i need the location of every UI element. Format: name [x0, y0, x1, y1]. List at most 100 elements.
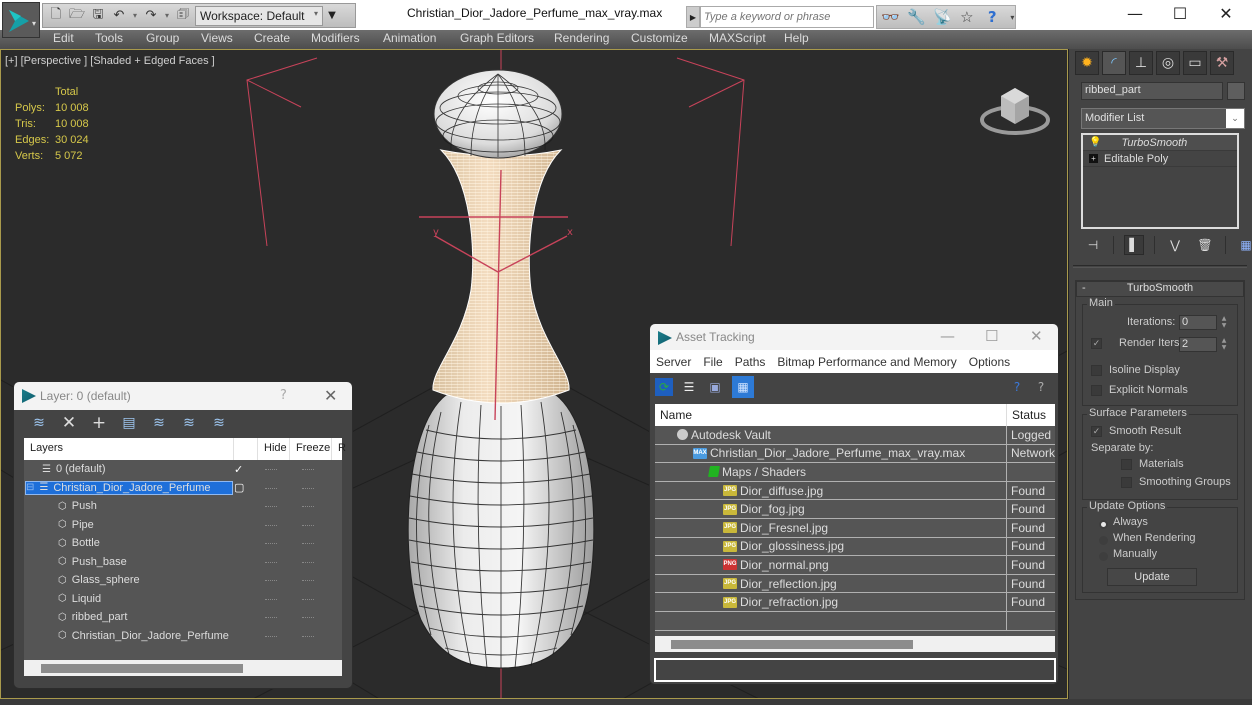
search-expand-icon[interactable]: ▶: [686, 6, 700, 28]
freeze-toggle[interactable]: [302, 580, 314, 582]
asset-row[interactable]: Maps / Shaders: [655, 463, 1055, 482]
menu-group[interactable]: Group: [146, 30, 201, 49]
chevron-down-icon[interactable]: ▾: [1010, 13, 1015, 22]
freeze-toggle[interactable]: [302, 617, 314, 619]
close-button[interactable]: ✕: [1211, 4, 1241, 23]
menu-server[interactable]: Server: [656, 355, 691, 369]
hide-toggle[interactable]: [265, 487, 277, 490]
maximize-button[interactable]: ☐: [985, 327, 998, 345]
remove-modifier-icon[interactable]: 🗑: [1195, 235, 1215, 255]
menu-views[interactable]: Views: [201, 30, 254, 49]
object-color-swatch[interactable]: [1227, 82, 1245, 100]
rollout-header[interactable]: - TurboSmooth: [1076, 281, 1244, 297]
object-name-field[interactable]: ribbed_part: [1081, 82, 1223, 100]
active-layer-checkmark-icon[interactable]: ✓: [234, 463, 243, 476]
freeze-toggle[interactable]: [302, 598, 314, 601]
app-menu-button[interactable]: ▾: [2, 2, 40, 38]
layer-row[interactable]: ⊟ ☰ Christian_Dior_Jadore_Perfume ▢: [24, 479, 342, 498]
row-name-cell[interactable]: ⬡ Push: [58, 500, 232, 512]
update-button[interactable]: Update: [1107, 568, 1197, 586]
collapse-icon[interactable]: -: [1082, 282, 1086, 294]
delete-icon[interactable]: ✕: [61, 413, 77, 433]
asset-row[interactable]: JPG Dior_reflection.jpg Found: [655, 574, 1055, 594]
column-hide[interactable]: Hide: [258, 438, 290, 460]
make-unique-icon[interactable]: ⋁: [1165, 235, 1185, 255]
maximize-button[interactable]: ☐: [1165, 4, 1195, 23]
menu-paths[interactable]: Paths: [735, 355, 766, 369]
show-end-result-icon[interactable]: ▌: [1124, 235, 1144, 255]
minimize-button[interactable]: —: [1120, 4, 1150, 23]
asset-name-cell[interactable]: JPG Dior_reflection.jpg: [655, 574, 1007, 593]
dialog-titlebar[interactable]: Layer: 0 (default) ? ✕: [14, 382, 352, 410]
horizontal-scrollbar[interactable]: [655, 636, 1055, 652]
new-layer-icon[interactable]: ≋: [31, 415, 47, 431]
undo-dropdown-icon[interactable]: ▾: [131, 7, 139, 25]
object-row[interactable]: ⬡ Bottle: [24, 534, 342, 553]
viewport-label[interactable]: [+] [Perspective ] [Shaded + Edged Faces…: [5, 55, 215, 67]
asset-name-cell[interactable]: Autodesk Vault: [655, 426, 1007, 444]
menu-bitmap-performance[interactable]: Bitmap Performance and Memory: [777, 355, 956, 369]
row-name-cell[interactable]: ⬡ Liquid: [58, 593, 232, 605]
freeze-all-icon[interactable]: ≋: [211, 415, 227, 431]
materials-checkbox[interactable]: [1121, 459, 1132, 470]
column-name[interactable]: Name: [655, 404, 1007, 426]
help-icon[interactable]: ?: [983, 8, 1002, 26]
new-file-icon[interactable]: 🗋: [47, 7, 65, 25]
help-button[interactable]: ?: [280, 388, 287, 403]
menu-customize[interactable]: Customize: [631, 30, 709, 49]
asset-row[interactable]: Autodesk Vault Logged: [655, 426, 1055, 445]
menu-rendering[interactable]: Rendering: [554, 30, 631, 49]
set-active-toggle[interactable]: ▢: [234, 481, 244, 494]
row-name-cell[interactable]: ☰ 0 (default): [42, 463, 232, 475]
freeze-toggle[interactable]: [302, 543, 314, 545]
hide-toggle[interactable]: [265, 506, 277, 508]
freeze-toggle[interactable]: [302, 506, 314, 508]
freeze-toggle[interactable]: [302, 469, 314, 471]
freeze-toggle[interactable]: [302, 524, 314, 527]
asset-name-cell[interactable]: JPG Dior_glossiness.jpg: [655, 537, 1007, 556]
asset-name-cell[interactable]: JPG Dior_refraction.jpg: [655, 593, 1007, 611]
thumbnail-view-icon[interactable]: ▣: [706, 378, 724, 396]
object-row[interactable]: ⬡ Liquid: [24, 590, 342, 609]
dialog-titlebar[interactable]: Asset Tracking — ☐ ✕: [650, 324, 1058, 350]
expand-icon[interactable]: +: [1089, 154, 1098, 163]
satellite-icon[interactable]: 📡: [933, 8, 952, 26]
refresh-icon[interactable]: ⟳: [655, 378, 673, 396]
asset-name-cell[interactable]: MAX Christian_Dior_Jadore_Perfume_max_vra…: [655, 444, 1007, 463]
redo-icon[interactable]: ↷: [142, 7, 160, 25]
row-name-cell[interactable]: ⬡ ribbed_part: [58, 611, 232, 623]
freeze-toggle[interactable]: [302, 487, 314, 490]
iterations-spinner[interactable]: 0: [1179, 315, 1217, 330]
close-button[interactable]: ✕: [324, 386, 337, 405]
render-iters-checkbox[interactable]: ✓: [1091, 338, 1102, 349]
asset-row[interactable]: JPG Dior_glossiness.jpg Found: [655, 537, 1055, 557]
render-iters-spinner[interactable]: 2: [1179, 337, 1217, 352]
layer-row[interactable]: ☰ 0 (default) ✓: [24, 460, 342, 479]
menu-animation[interactable]: Animation: [383, 30, 460, 49]
help-topics-icon[interactable]: ?: [1032, 378, 1050, 396]
row-name-cell[interactable]: ⊟ ☰ Christian_Dior_Jadore_Perfume: [25, 480, 233, 495]
menu-tools[interactable]: Tools: [95, 30, 146, 49]
spinner-arrows-icon[interactable]: ▲ ▼: [1219, 315, 1229, 330]
display-tab[interactable]: ▭: [1183, 51, 1207, 75]
column-freeze[interactable]: Freeze: [290, 438, 332, 460]
highlight-selected-icon[interactable]: ≋: [151, 415, 167, 431]
asset-row[interactable]: PNG Dior_normal.png Found: [655, 556, 1055, 575]
key-icon[interactable]: 🔧: [907, 8, 926, 26]
menu-help[interactable]: Help: [784, 30, 809, 49]
motion-tab[interactable]: ◎: [1156, 51, 1180, 75]
object-row[interactable]: ⬡ ribbed_part: [24, 608, 342, 627]
viewcube-icon[interactable]: [977, 78, 1053, 142]
scrollbar-thumb[interactable]: [41, 664, 243, 673]
modify-tab[interactable]: ◜: [1102, 51, 1126, 75]
object-row[interactable]: ⬡ Pipe: [24, 516, 342, 535]
column-status[interactable]: Status: [1007, 404, 1055, 426]
asset-row[interactable]: JPG Dior_Fresnel.jpg Found: [655, 518, 1055, 538]
utilities-tab[interactable]: ⚒: [1210, 51, 1234, 75]
add-icon[interactable]: +: [91, 413, 107, 433]
row-name-cell[interactable]: ⬡ Push_base: [58, 556, 232, 568]
hide-toggle[interactable]: [265, 469, 277, 471]
column-active[interactable]: [234, 438, 258, 460]
star-icon[interactable]: ☆: [959, 8, 975, 26]
hide-toggle[interactable]: [265, 580, 277, 582]
